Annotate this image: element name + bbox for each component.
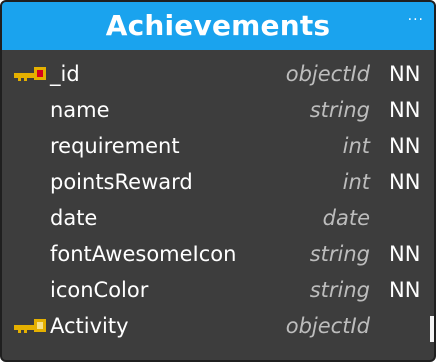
entity-menu-icon[interactable]: ···	[408, 12, 424, 28]
field-type: date	[322, 206, 370, 230]
field-type: string	[309, 278, 370, 302]
field-row-date[interactable]: date date	[2, 200, 434, 236]
entity-achievements[interactable]: Achievements ··· _id objectId NN name st…	[0, 0, 436, 362]
field-row-requirement[interactable]: requirement int NN	[2, 128, 434, 164]
field-type: string	[309, 98, 370, 122]
field-type: objectId	[285, 62, 370, 86]
field-not-null: NN	[389, 242, 421, 266]
field-name: _id	[50, 62, 80, 86]
field-name: name	[50, 98, 110, 122]
foreign-key-icon	[14, 319, 46, 333]
field-type: int	[342, 134, 370, 158]
resize-handle[interactable]	[430, 316, 434, 342]
field-name: date	[50, 206, 98, 230]
entity-title: Achievements	[105, 9, 331, 42]
field-not-null: NN	[389, 278, 421, 302]
entity-header[interactable]: Achievements ···	[2, 2, 434, 50]
field-type: string	[309, 242, 370, 266]
field-name: fontAwesomeIcon	[50, 242, 237, 266]
field-not-null: NN	[389, 62, 421, 86]
field-type: int	[342, 170, 370, 194]
field-row-name[interactable]: name string NN	[2, 92, 434, 128]
field-type: objectId	[285, 314, 370, 338]
field-row-points-reward[interactable]: pointsReward int NN	[2, 164, 434, 200]
field-name: Activity	[50, 314, 129, 338]
field-row-icon-color[interactable]: iconColor string NN	[2, 272, 434, 308]
field-row-id[interactable]: _id objectId NN	[2, 56, 434, 92]
primary-key-icon	[14, 67, 46, 81]
field-name: requirement	[50, 134, 180, 158]
field-name: iconColor	[50, 278, 149, 302]
field-name: pointsReward	[50, 170, 193, 194]
field-row-font-awesome-icon[interactable]: fontAwesomeIcon string NN	[2, 236, 434, 272]
field-not-null: NN	[389, 134, 421, 158]
field-not-null: NN	[389, 170, 421, 194]
field-row-activity[interactable]: Activity objectId	[2, 308, 434, 344]
field-not-null: NN	[389, 98, 421, 122]
